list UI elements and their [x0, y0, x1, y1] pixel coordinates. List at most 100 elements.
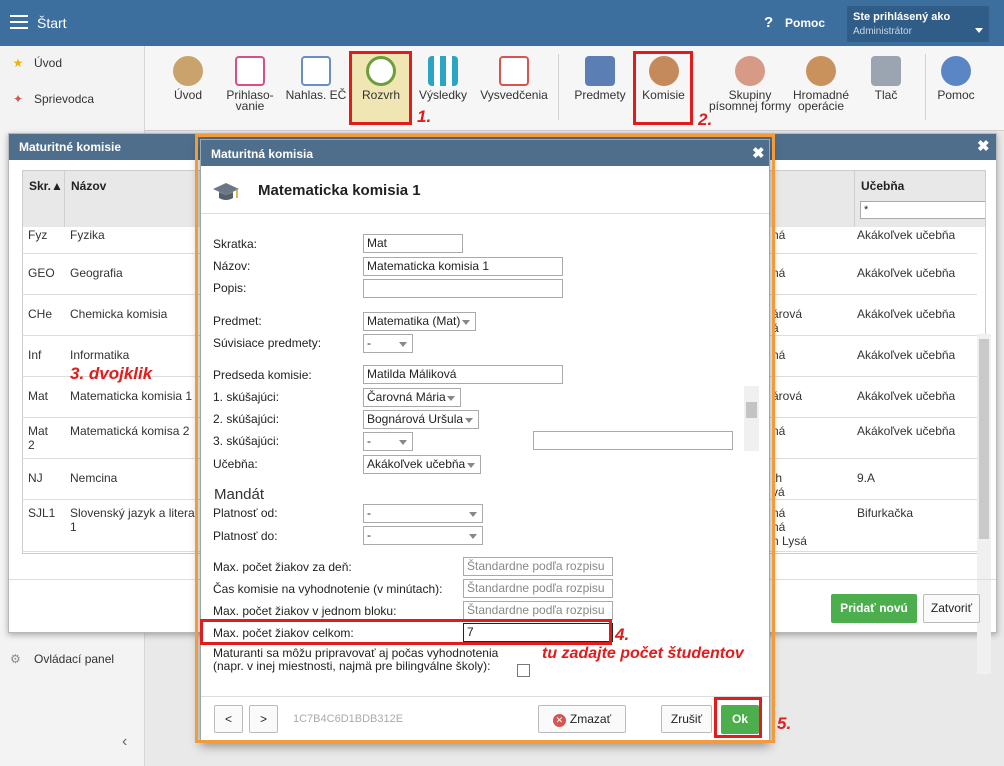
toolbar-vysledky[interactable]: Výsledky: [408, 52, 478, 101]
max-blok-input[interactable]: Štandardne podľa rozpisu: [463, 601, 613, 620]
predmet-select[interactable]: Matematika (Mat): [363, 312, 476, 331]
platnost-do-select[interactable]: -: [363, 526, 483, 545]
cell-skr: SJL1: [28, 506, 56, 520]
toolbar-vysvedcenia[interactable]: Vysvedčenia: [479, 52, 549, 101]
popis-input[interactable]: [363, 279, 563, 298]
label-skusajuci-3: 3. skúšajúci:: [213, 434, 280, 448]
app-title[interactable]: Štart: [37, 15, 67, 31]
label-max-den: Max. počet žiakov za deň:: [213, 560, 352, 574]
toolbar-tlac[interactable]: Tlač: [851, 52, 921, 101]
hamburger-menu-icon[interactable]: [10, 15, 28, 29]
annotation-2: 2.: [698, 110, 713, 129]
dialog-title: Maturitné komisie: [19, 140, 122, 154]
suvisiace-select[interactable]: -: [363, 334, 413, 353]
cell-ucebna: Akákoľvek učebňa: [857, 266, 956, 280]
cas-input[interactable]: Štandardne podľa rozpisu: [463, 579, 613, 598]
label-platnost-do: Platnosť do:: [213, 529, 278, 543]
delete-button[interactable]: ✕ Zmazať: [538, 705, 626, 733]
max-den-input[interactable]: Štandardne podľa rozpisu: [463, 557, 613, 576]
cell-skr: Inf: [28, 348, 42, 362]
platnost-od-select[interactable]: -: [363, 504, 483, 523]
cell-ucebna: Akákoľvek učebňa: [857, 228, 956, 242]
cell-nazov: Matematická komisa 2: [70, 424, 190, 438]
cell-ucebna: Akákoľvek učebňa: [857, 307, 956, 321]
toolbar-nahlas-ec[interactable]: Nahlas. EČ: [281, 52, 351, 101]
collapse-sidebar-icon[interactable]: ‹: [122, 733, 127, 751]
maturanti-checkbox[interactable]: [517, 664, 530, 677]
annotation-5: 5.: [777, 714, 792, 733]
next-button[interactable]: >: [249, 705, 278, 733]
highlight-max-celkom: [200, 619, 612, 645]
user-menu[interactable]: Ste prihlásený ako Administrátor: [847, 6, 989, 42]
close-icon[interactable]: ✖: [752, 144, 765, 162]
label-maturanti: Maturanti sa môžu pripravovať aj počas v…: [213, 646, 499, 673]
top-bar: Štart ? Pomoc Ste prihlásený ako Adminis…: [0, 0, 1004, 46]
graduation-cap-icon: [213, 183, 239, 200]
predseda-input[interactable]: Matilda Máliková: [363, 365, 563, 384]
chevron-down-icon[interactable]: [975, 28, 983, 33]
dialog-header: Maturitná komisia ✖: [201, 140, 769, 166]
ucebna-filter-input[interactable]: *: [860, 201, 985, 219]
upload-icon: [301, 56, 331, 86]
cell-skr: CHe: [28, 307, 53, 321]
cell-predseda: th vá: [772, 471, 785, 499]
toolbar-uvod[interactable]: Úvod: [153, 52, 223, 101]
cell-predseda: árová: [772, 389, 803, 403]
toolbar-predmety[interactable]: Predmety: [565, 52, 635, 101]
toolbar: Úvod Prihlaso- vanie Nahlas. EČ Rozvrh V…: [145, 46, 1004, 131]
cell-ucebna: Akákoľvek učebňa: [857, 348, 956, 362]
cell-ucebna: Bifurkačka: [857, 506, 914, 520]
close-icon[interactable]: ✖: [977, 137, 990, 155]
column-header-nazov[interactable]: Názov: [65, 171, 205, 227]
sidebar-item-ovladaci-panel[interactable]: ⚙ Ovládací panel: [10, 652, 114, 666]
cell-predseda: árová á: [772, 307, 803, 335]
skusajuci-2-select[interactable]: Bognárová Uršula: [363, 410, 479, 429]
cell-skr: Fyz: [28, 228, 48, 242]
label-popis: Popis:: [213, 281, 247, 295]
skusajuci-1-select[interactable]: Čarovná Mária: [363, 388, 461, 407]
highlight-ok: [714, 697, 762, 738]
ucebna-select[interactable]: Akákoľvek učebňa: [363, 455, 481, 474]
add-new-button[interactable]: Pridať novú: [831, 594, 917, 623]
close-button[interactable]: Zatvoriť: [923, 594, 980, 623]
toolbar-pomoc[interactable]: Pomoc: [921, 52, 991, 101]
toolbar-skupiny[interactable]: Skupiny písomnej formy: [705, 52, 795, 112]
user-caption: Ste prihlásený ako: [853, 11, 951, 23]
sidebar-item-uvod[interactable]: ★ Úvod: [10, 56, 62, 70]
prev-button[interactable]: <: [214, 705, 243, 733]
label-cas: Čas komisie na vyhodnotenie (v minútach)…: [213, 582, 443, 596]
dialog-title: Maturitná komisia: [211, 147, 314, 161]
toolbar-prihlasovanie[interactable]: Prihlaso- vanie: [215, 52, 285, 112]
label-suvisiace: Súvisiace predmety:: [213, 336, 322, 350]
skusajuci-3-extra-input[interactable]: [533, 431, 733, 450]
help-link[interactable]: Pomoc: [785, 16, 825, 30]
cell-predseda: ná: [772, 348, 786, 362]
highlight-rozvrh: [349, 51, 412, 125]
cell-skr: NJ: [28, 471, 43, 485]
cell-nazov: Slovenský jazyk a litera 1: [70, 506, 195, 534]
dialog-subtitle: Matematicka komisia 1: [258, 182, 421, 199]
cell-nazov: Chemicka komisia: [70, 307, 168, 321]
dialog-footer: < > 1C7B4C6D1BDB312E ✕ Zmazať Zrušiť Ok: [201, 696, 769, 742]
cell-nazov: Matematicka komisia 1: [70, 389, 193, 403]
label-predseda: Predseda komisie:: [213, 368, 312, 382]
label-nazov: Názov:: [213, 259, 251, 273]
printer-icon: [871, 56, 901, 86]
toolbar-hromadne[interactable]: Hromadné operácie: [786, 52, 856, 112]
record-id: 1C7B4C6D1BDB312E: [293, 713, 404, 725]
help-icon[interactable]: ?: [764, 14, 773, 31]
annotation-4: 4.: [615, 625, 630, 644]
list-scrollbar[interactable]: [744, 386, 759, 451]
form-icon: [235, 56, 265, 86]
highlight-komisie: [633, 51, 693, 125]
cell-skr: Mat: [28, 389, 49, 403]
annotation-3: 3. dvojklik: [70, 364, 153, 383]
cancel-button[interactable]: Zrušiť: [661, 705, 712, 733]
column-header-skr[interactable]: Skr.▲: [23, 171, 65, 227]
label-max-blok: Max. počet žiakov v jednom bloku:: [213, 604, 397, 618]
nazov-input[interactable]: Matematicka komisia 1: [363, 257, 563, 276]
skratka-input[interactable]: Mat: [363, 234, 463, 253]
wand-icon: ✦: [12, 92, 24, 106]
sidebar-item-sprievodca[interactable]: ✦ Sprievodca: [10, 92, 94, 106]
skusajuci-3-select[interactable]: -: [363, 432, 413, 451]
